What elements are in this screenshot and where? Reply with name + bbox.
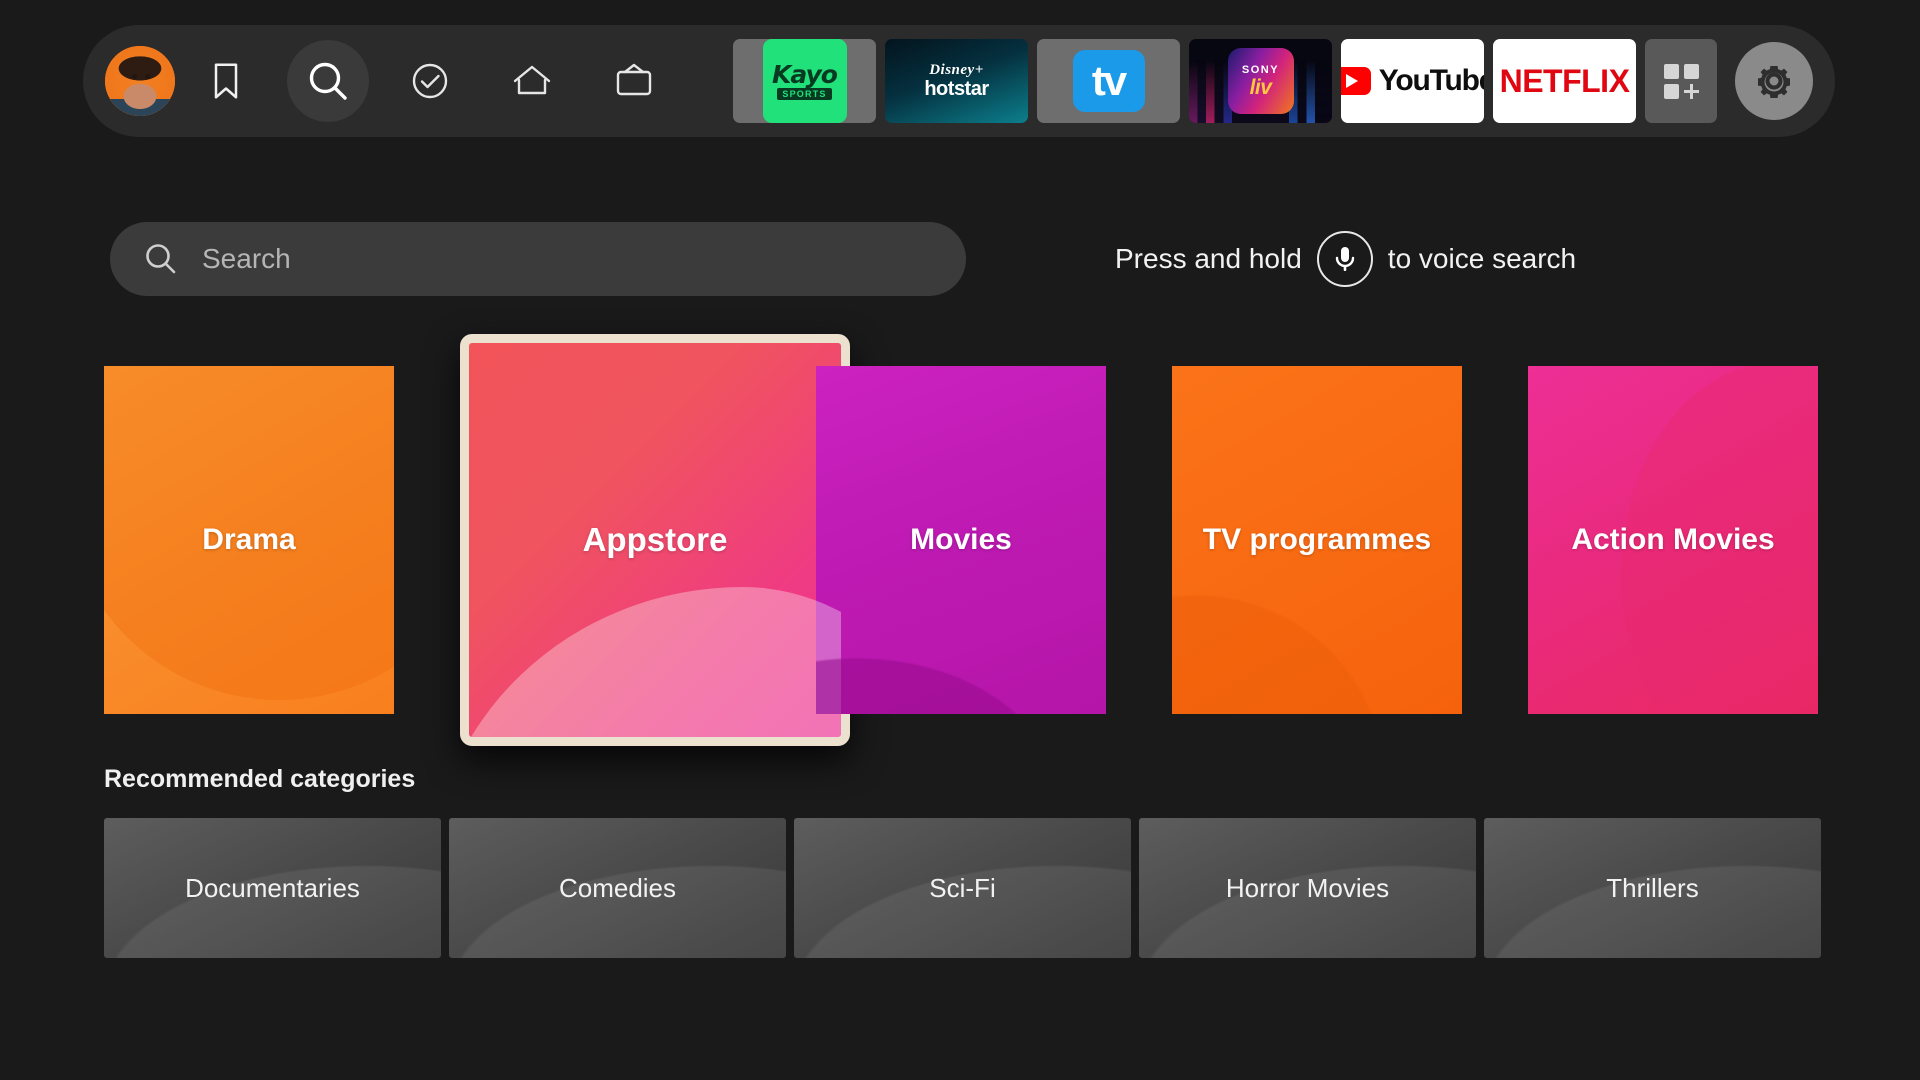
apple-tv-logo: tv [1072, 50, 1145, 112]
youtube-logo: YouTube [1341, 64, 1484, 98]
settings-gear-icon[interactable] [1735, 42, 1813, 120]
kayo-sports-tag: SPORTS [777, 87, 832, 101]
avatar-image [105, 46, 175, 116]
microphone-icon[interactable] [1316, 231, 1373, 287]
voice-search-hint: Press and hold to voice search [1115, 222, 1576, 296]
live-tv-icon[interactable] [597, 44, 671, 118]
nav-icon-group [105, 40, 671, 122]
check-circle-icon[interactable] [393, 44, 467, 118]
avatar-eye-left [131, 74, 137, 79]
category-label: Comedies [558, 872, 677, 903]
category-label: Sci-Fi [929, 872, 996, 903]
category-tile-row: Drama Appstore Movies TV programmes Acti… [104, 334, 1818, 746]
youtube-play-icon [1341, 67, 1371, 95]
search-field-icon [146, 244, 176, 274]
app-shortcuts: Kayo SPORTS Disney+ hotstar tv SONY liv [733, 39, 1813, 123]
recommended-categories-heading: Recommended categories [104, 765, 416, 793]
avatar-eye-right [144, 74, 150, 79]
tile-label: TV programmes [1202, 523, 1432, 556]
netflix-wordmark: NETFLIX [1499, 62, 1630, 99]
liv-wordmark: liv [1249, 75, 1272, 99]
top-navigation-bar: Kayo SPORTS Disney+ hotstar tv SONY liv [83, 25, 1835, 137]
app-sony-liv[interactable]: SONY liv [1189, 39, 1332, 123]
recommended-categories-row: Documentaries Comedies Sci-Fi Horror Mov… [104, 818, 1821, 958]
category-comedies[interactable]: Comedies [449, 818, 786, 958]
category-horror-movies[interactable]: Horror Movies [1139, 818, 1476, 958]
app-netflix[interactable]: NETFLIX [1493, 39, 1636, 123]
category-thrillers[interactable]: Thrillers [1484, 818, 1821, 958]
tile-tv-programmes[interactable]: TV programmes [1172, 366, 1462, 714]
app-youtube[interactable]: YouTube [1341, 39, 1484, 123]
search-placeholder: Search [202, 243, 291, 274]
profile-avatar[interactable] [105, 46, 175, 116]
hotstar-wordmark: hotstar [924, 78, 989, 100]
kayo-logo: Kayo SPORTS [762, 39, 847, 123]
category-documentaries[interactable]: Documentaries [104, 818, 441, 958]
kayo-wordmark: Kayo [772, 59, 838, 89]
youtube-wordmark: YouTube [1378, 64, 1484, 97]
tile-appstore[interactable]: Appstore [460, 334, 850, 746]
tile-action-movies[interactable]: Action Movies [1528, 366, 1818, 714]
voice-hint-text-before: Press and hold [1115, 243, 1302, 274]
bookmark-icon[interactable] [189, 44, 263, 118]
search-icon[interactable] [287, 40, 369, 122]
home-icon[interactable] [495, 44, 569, 118]
category-label: Horror Movies [1225, 872, 1390, 903]
sony-wordmark: SONY [1241, 63, 1280, 76]
tile-movies[interactable]: Movies [816, 366, 1106, 714]
tile-label: Drama [202, 523, 296, 556]
tile-label: Movies [910, 523, 1012, 556]
top-navigation-pill: Kayo SPORTS Disney+ hotstar tv SONY liv [83, 25, 1835, 137]
app-disney-hotstar[interactable]: Disney+ hotstar [885, 39, 1028, 123]
category-sci-fi[interactable]: Sci-Fi [794, 818, 1131, 958]
tile-label: Appstore [582, 521, 728, 558]
sonyliv-logo: SONY liv [1227, 48, 1294, 114]
search-row: Search Press and hold to voice search [110, 222, 1850, 296]
search-input[interactable]: Search [110, 222, 966, 296]
category-label: Documentaries [185, 872, 360, 903]
app-kayo-sports[interactable]: Kayo SPORTS [733, 39, 876, 123]
grid-glyph [1663, 63, 1699, 99]
app-apple-tv[interactable]: tv [1037, 39, 1180, 123]
tile-label: Action Movies [1571, 523, 1775, 556]
apps-grid-icon[interactable] [1645, 39, 1717, 123]
disney-wordmark: Disney+ [929, 62, 984, 78]
voice-hint-text-after: to voice search [1387, 243, 1577, 274]
tile-drama[interactable]: Drama [104, 366, 394, 714]
category-label: Thrillers [1606, 872, 1699, 903]
